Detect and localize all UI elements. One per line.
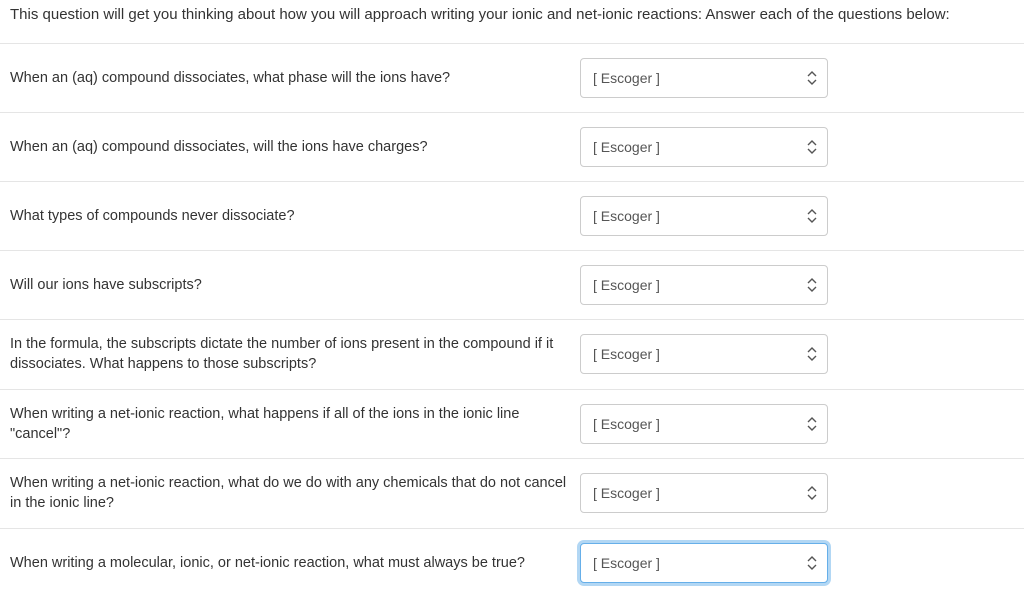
- select-wrapper: [ Escoger ]: [580, 473, 828, 513]
- question-text: When writing a net-ionic reaction, what …: [10, 404, 580, 445]
- question-text: What types of compounds never dissociate…: [10, 206, 580, 226]
- question-row: When writing a molecular, ionic, or net-…: [0, 528, 1024, 597]
- answer-select[interactable]: [ Escoger ]: [580, 58, 828, 98]
- select-placeholder: [ Escoger ]: [593, 277, 660, 293]
- chevron-up-down-icon: [807, 486, 817, 500]
- question-text: When an (aq) compound dissociates, will …: [10, 137, 580, 157]
- select-placeholder: [ Escoger ]: [593, 346, 660, 362]
- question-row: Will our ions have subscripts? [ Escoger …: [0, 250, 1024, 319]
- question-text: In the formula, the subscripts dictate t…: [10, 334, 580, 375]
- select-wrapper: [ Escoger ]: [580, 404, 828, 444]
- question-text: When an (aq) compound dissociates, what …: [10, 68, 580, 88]
- chevron-up-down-icon: [807, 417, 817, 431]
- select-placeholder: [ Escoger ]: [593, 416, 660, 432]
- chevron-up-down-icon: [807, 278, 817, 292]
- select-placeholder: [ Escoger ]: [593, 208, 660, 224]
- question-row: What types of compounds never dissociate…: [0, 181, 1024, 250]
- chevron-up-down-icon: [807, 347, 817, 361]
- select-placeholder: [ Escoger ]: [593, 555, 660, 571]
- question-text: When writing a molecular, ionic, or net-…: [10, 553, 580, 573]
- chevron-up-down-icon: [807, 140, 817, 154]
- question-text: Will our ions have subscripts?: [10, 275, 580, 295]
- chevron-up-down-icon: [807, 71, 817, 85]
- questions-container: When an (aq) compound dissociates, what …: [0, 43, 1024, 597]
- chevron-up-down-icon: [807, 209, 817, 223]
- answer-select[interactable]: [ Escoger ]: [580, 473, 828, 513]
- question-row: When writing a net-ionic reaction, what …: [0, 389, 1024, 459]
- answer-select[interactable]: [ Escoger ]: [580, 334, 828, 374]
- answer-select[interactable]: [ Escoger ]: [580, 265, 828, 305]
- select-wrapper: [ Escoger ]: [580, 543, 828, 583]
- question-row: In the formula, the subscripts dictate t…: [0, 319, 1024, 389]
- select-wrapper: [ Escoger ]: [580, 196, 828, 236]
- select-placeholder: [ Escoger ]: [593, 70, 660, 86]
- intro-text: This question will get you thinking abou…: [0, 4, 1024, 43]
- question-text: When writing a net-ionic reaction, what …: [10, 473, 580, 514]
- question-row: When an (aq) compound dissociates, what …: [0, 43, 1024, 112]
- answer-select[interactable]: [ Escoger ]: [580, 404, 828, 444]
- select-placeholder: [ Escoger ]: [593, 139, 660, 155]
- question-row: When an (aq) compound dissociates, will …: [0, 112, 1024, 181]
- select-placeholder: [ Escoger ]: [593, 485, 660, 501]
- select-wrapper: [ Escoger ]: [580, 265, 828, 305]
- answer-select[interactable]: [ Escoger ]: [580, 196, 828, 236]
- answer-select[interactable]: [ Escoger ]: [580, 127, 828, 167]
- answer-select[interactable]: [ Escoger ]: [580, 543, 828, 583]
- question-row: When writing a net-ionic reaction, what …: [0, 458, 1024, 528]
- chevron-up-down-icon: [807, 556, 817, 570]
- select-wrapper: [ Escoger ]: [580, 58, 828, 98]
- select-wrapper: [ Escoger ]: [580, 334, 828, 374]
- select-wrapper: [ Escoger ]: [580, 127, 828, 167]
